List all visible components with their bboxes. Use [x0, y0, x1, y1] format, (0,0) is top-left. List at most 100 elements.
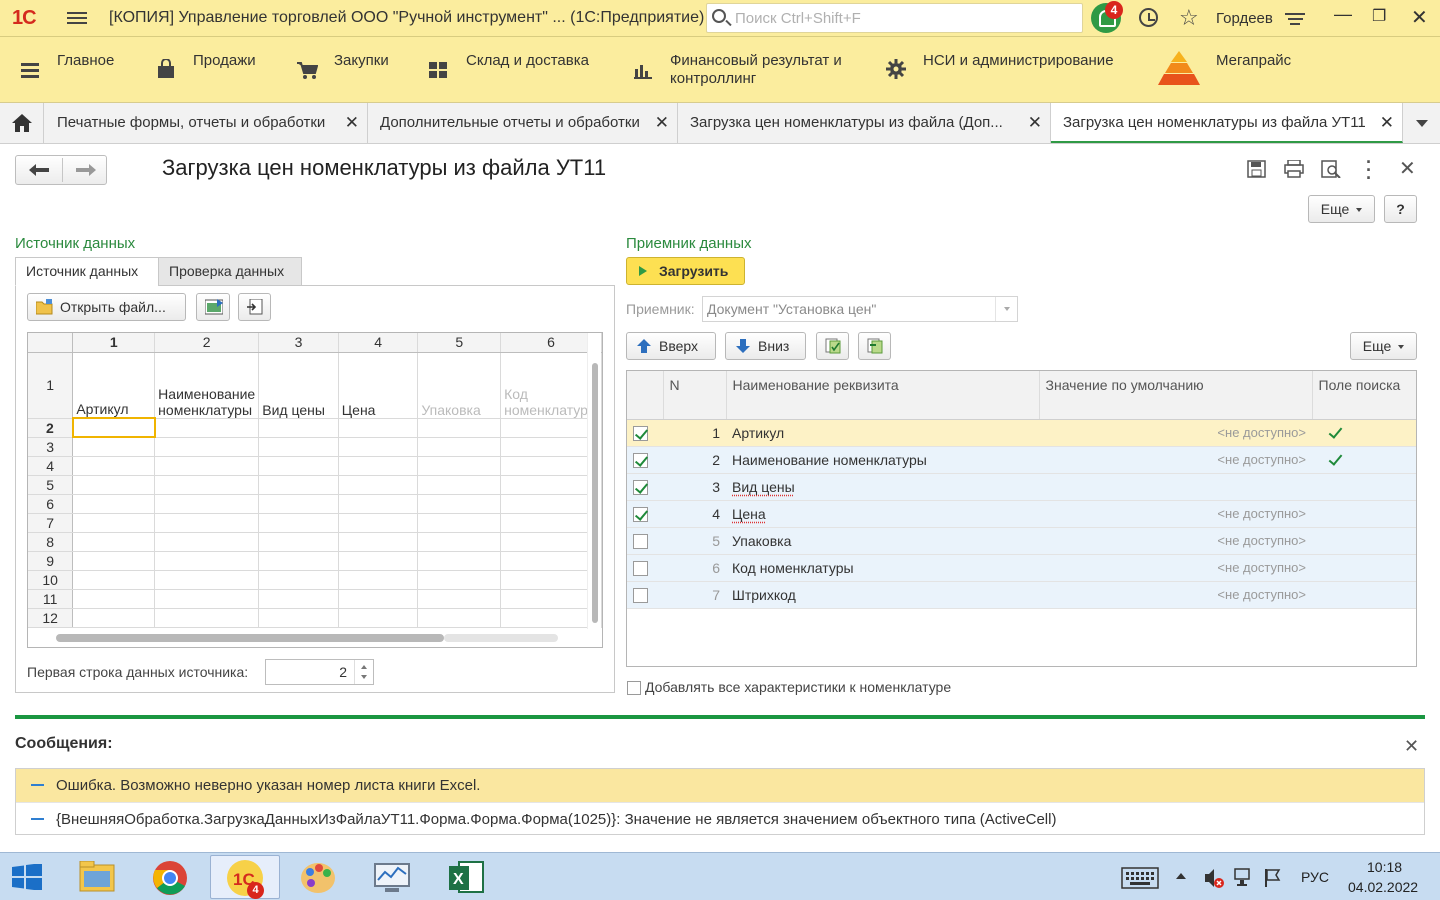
table-cell[interactable]: Наименование номенклатуры: [154, 352, 260, 419]
clock-time[interactable]: 10:18: [1367, 859, 1402, 875]
row-checkbox[interactable]: [633, 560, 648, 576]
section-purchases[interactable]: Закупки: [334, 52, 389, 70]
minimize-icon[interactable]: —: [1334, 4, 1352, 25]
more-button[interactable]: Еще: [1308, 195, 1375, 223]
load-button[interactable]: Загрузить: [626, 257, 745, 285]
chevron-down-icon[interactable]: [995, 297, 1017, 321]
column-header[interactable]: Наименование реквизита: [726, 371, 1040, 420]
network-icon[interactable]: [1233, 867, 1255, 889]
horizontal-scrollbar[interactable]: [28, 630, 588, 646]
main-menu-icon[interactable]: [67, 9, 87, 27]
table-row[interactable]: 4 Цена <не доступно>: [627, 500, 1416, 528]
row-number[interactable]: 7: [28, 513, 74, 533]
default-value[interactable]: <не доступно>: [1039, 500, 1312, 528]
attributes-table[interactable]: N Наименование реквизита Значение по умо…: [626, 370, 1417, 667]
keyboard-icon[interactable]: [1121, 867, 1159, 889]
column-header[interactable]: 5: [417, 333, 502, 353]
table-cell[interactable]: Артикул: [72, 352, 156, 419]
table-row[interactable]: 2 Наименование номенклатуры <не доступно…: [627, 446, 1416, 474]
default-value[interactable]: <не доступно>: [1039, 446, 1312, 474]
settings-menu-icon[interactable]: [1285, 10, 1305, 28]
export-excel-button[interactable]: [196, 293, 230, 321]
search-field-cell[interactable]: [1312, 554, 1416, 582]
column-header[interactable]: Поле поиска: [1312, 371, 1416, 420]
windows-start-icon[interactable]: [12, 864, 42, 890]
import-button[interactable]: [238, 293, 271, 321]
row-checkbox[interactable]: [633, 452, 648, 468]
home-tab[interactable]: [0, 103, 44, 143]
message-item[interactable]: {ВнешняяОбработка.ЗагрузкаДанныхИзФайлаУ…: [16, 802, 1424, 835]
row-checkbox[interactable]: [633, 533, 648, 549]
row-number[interactable]: 5: [28, 475, 74, 495]
history-icon[interactable]: [1139, 8, 1158, 27]
table-row[interactable]: 5 Упаковка <не доступно>: [627, 527, 1416, 555]
spreadsheet-grid[interactable]: 1 2 3 4 5 6 1 Артикул Наименование номен…: [27, 332, 603, 648]
taskbar-explorer[interactable]: [62, 855, 132, 899]
column-header[interactable]: 2: [154, 333, 260, 353]
clock-date[interactable]: 04.02.2022: [1348, 879, 1418, 895]
search-field-cell[interactable]: [1312, 500, 1416, 528]
default-value[interactable]: <не доступно>: [1039, 527, 1312, 555]
show-hidden-icons[interactable]: [1176, 873, 1186, 879]
table-cell[interactable]: Цена: [338, 352, 419, 419]
table-row[interactable]: 3 Вид цены: [627, 473, 1416, 501]
check-all-button[interactable]: [816, 332, 849, 360]
table-cell[interactable]: Упаковка: [417, 352, 502, 419]
action-center-flag-icon[interactable]: [1263, 867, 1285, 889]
close-form-icon[interactable]: ✕: [1399, 156, 1416, 181]
receiver-select[interactable]: Документ "Установка цен": [702, 296, 1018, 322]
message-item[interactable]: Ошибка. Возможно неверно указан номер ли…: [16, 769, 1424, 802]
close-messages-icon[interactable]: ✕: [1404, 736, 1419, 757]
column-header[interactable]: 1: [72, 333, 156, 353]
row-number[interactable]: 8: [28, 532, 74, 552]
taskbar-monitor[interactable]: [358, 855, 428, 899]
row-number[interactable]: 11: [28, 589, 74, 609]
section-megaprice[interactable]: Мегапрайс: [1216, 52, 1291, 70]
search-field-cell[interactable]: [1312, 581, 1416, 609]
search-field-cell[interactable]: [1312, 527, 1416, 555]
current-user[interactable]: Гордеев: [1216, 10, 1273, 27]
help-button[interactable]: ?: [1384, 195, 1417, 223]
close-tab-icon[interactable]: ✕: [1380, 113, 1394, 133]
default-value[interactable]: <не доступно>: [1039, 554, 1312, 582]
search-field-check-icon[interactable]: [1328, 450, 1343, 466]
row-number[interactable]: 1: [28, 352, 74, 419]
column-header[interactable]: N: [663, 371, 727, 420]
tab-additional-reports[interactable]: Дополнительные отчеты и обработки ✕: [368, 103, 678, 143]
global-search-input[interactable]: Поиск Ctrl+Shift+F: [706, 3, 1083, 33]
section-finance[interactable]: Финансовый результат и контроллинг: [670, 52, 870, 88]
print-icon[interactable]: [1284, 160, 1304, 178]
tab-load-prices-ext[interactable]: Загрузка цен номенклатуры из файла (Доп.…: [678, 103, 1051, 143]
search-field-cell[interactable]: [1312, 473, 1416, 501]
column-header[interactable]: 3: [258, 333, 339, 353]
row-number[interactable]: 9: [28, 551, 74, 571]
active-cell[interactable]: [71, 417, 156, 438]
save-icon[interactable]: [1247, 160, 1267, 178]
default-value[interactable]: <не доступно>: [1039, 581, 1312, 609]
open-file-button[interactable]: Открыть файл...: [27, 293, 186, 321]
stepper-arrows-icon[interactable]: [354, 660, 373, 684]
section-admin[interactable]: НСИ и администрирование: [923, 52, 1114, 70]
taskbar-chrome[interactable]: [136, 855, 206, 899]
row-checkbox[interactable]: [633, 506, 648, 522]
receiver-more-button[interactable]: Еще: [1350, 332, 1417, 360]
tab-check-data[interactable]: Проверка данных: [158, 257, 302, 286]
add-characteristics-checkbox[interactable]: [627, 681, 641, 696]
move-down-button[interactable]: Вниз: [725, 332, 806, 360]
table-cell[interactable]: Вид цены: [258, 352, 339, 419]
vertical-scrollbar[interactable]: [587, 333, 601, 629]
tab-print-forms[interactable]: Печатные формы, отчеты и обработки ✕: [45, 103, 368, 143]
row-checkbox[interactable]: [633, 479, 648, 495]
section-main[interactable]: Главное: [57, 52, 114, 70]
default-value[interactable]: <не доступно>: [1039, 419, 1312, 447]
close-tab-icon[interactable]: ✕: [1028, 113, 1042, 133]
table-row[interactable]: 7 Штрихкод <не доступно>: [627, 581, 1416, 609]
move-up-button[interactable]: Вверх: [626, 332, 716, 360]
row-checkbox[interactable]: [633, 587, 648, 603]
taskbar-excel[interactable]: X: [432, 855, 502, 899]
first-row-stepper[interactable]: 2: [265, 659, 374, 685]
tabs-dropdown-icon[interactable]: [1403, 103, 1440, 143]
tab-load-prices-ut11[interactable]: Загрузка цен номенклатуры из файла УТ11 ✕: [1051, 103, 1403, 143]
speaker-muted-icon[interactable]: [1203, 867, 1225, 889]
row-number[interactable]: 12: [28, 608, 74, 628]
